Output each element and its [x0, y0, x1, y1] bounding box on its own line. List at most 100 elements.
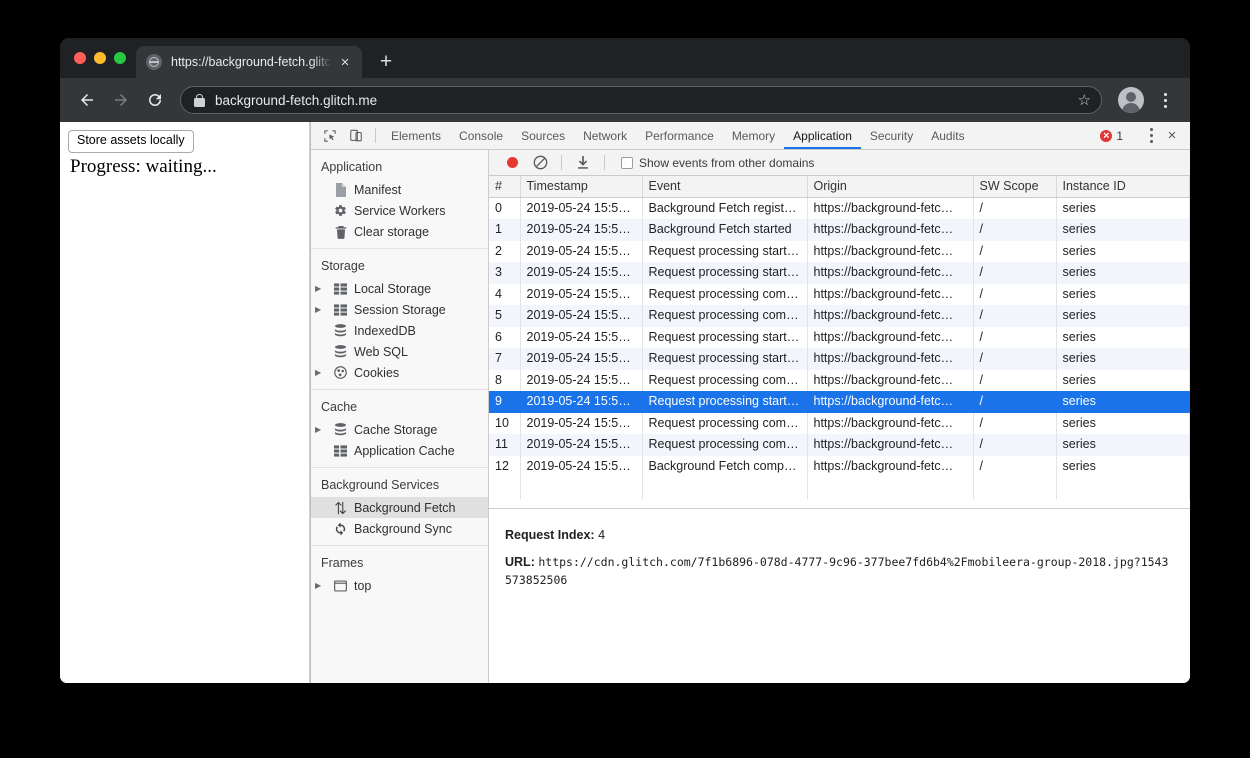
new-tab-button[interactable]: + [372, 47, 400, 75]
tab-network[interactable]: Network [574, 122, 636, 149]
tab-security[interactable]: Security [861, 122, 922, 149]
chevron-right-icon: ▶ [315, 207, 325, 215]
toolbar-divider [375, 128, 376, 143]
store-assets-locally-button[interactable]: Store assets locally [68, 130, 194, 153]
profile-avatar-icon[interactable] [1118, 87, 1144, 113]
table-row[interactable]: 8 2019-05-24 15:5… Request processing com…… [489, 369, 1190, 391]
table-row[interactable]: 5 2019-05-24 15:5… Request processing com…… [489, 305, 1190, 327]
minimize-window-button[interactable] [94, 52, 106, 64]
devtools-menu-icon[interactable] [1142, 128, 1160, 143]
table-row[interactable]: 9 2019-05-24 15:5… Request processing star… [489, 391, 1190, 413]
tab-memory[interactable]: Memory [723, 122, 784, 149]
tab-sources[interactable]: Sources [512, 122, 574, 149]
chevron-right-icon[interactable]: ▶ [315, 284, 325, 293]
show-other-domains-checkbox[interactable]: Show events from other domains [621, 156, 814, 170]
close-window-button[interactable] [74, 52, 86, 64]
column-header-index[interactable]: # [489, 176, 521, 198]
cell-sw-scope: / [973, 348, 1057, 370]
database-icon [333, 324, 348, 337]
table-row[interactable]: 0 2019-05-24 15:5… Background Fetch regist… [489, 197, 1190, 219]
sidebar-item-label: Clear storage [354, 224, 430, 239]
close-devtools-icon[interactable]: × [1160, 122, 1184, 149]
back-icon[interactable] [72, 85, 102, 115]
clear-button[interactable] [527, 151, 553, 175]
sidebar-item-label: IndexedDB [354, 323, 416, 338]
sidebar-group-storage: Storage ▶ Local Storage ▶ Session Storag… [311, 255, 488, 390]
sidebar-item-background-fetch[interactable]: ▶ Background Fetch [311, 497, 488, 518]
cell-event: Background Fetch regist… [642, 197, 808, 219]
browser-window: https://background-fetch.glitch × + back… [60, 38, 1190, 683]
browser-tab[interactable]: https://background-fetch.glitch × [136, 46, 362, 78]
background-fetch-toolbar: Show events from other domains [489, 150, 1190, 176]
column-header-instance-id[interactable]: Instance ID [1056, 176, 1190, 198]
sidebar-item-application-cache[interactable]: ▶ Application Cache [311, 440, 488, 461]
cell-index: 1 [489, 219, 521, 241]
device-toolbar-icon[interactable] [343, 122, 369, 149]
inspect-element-icon[interactable] [317, 122, 343, 149]
table-row[interactable]: 3 2019-05-24 15:5… Request processing star… [489, 262, 1190, 284]
cell-event: Request processing start… [642, 326, 808, 348]
cell-sw-scope: / [973, 434, 1057, 456]
table-row[interactable]: 6 2019-05-24 15:5… Request processing star… [489, 326, 1190, 348]
sidebar-item-local-storage[interactable]: ▶ Local Storage [311, 278, 488, 299]
chevron-right-icon[interactable]: ▶ [315, 581, 325, 590]
table-row[interactable]: 2 2019-05-24 15:5… Request processing star… [489, 240, 1190, 262]
sidebar-item-cache-storage[interactable]: ▶ Cache Storage [311, 419, 488, 440]
chevron-right-icon[interactable]: ▶ [315, 305, 325, 314]
cookie-icon [333, 366, 348, 379]
cell-event: Request processing com… [642, 283, 808, 305]
table-row[interactable]: 1 2019-05-24 15:5… Background Fetch starte… [489, 219, 1190, 241]
table-row[interactable]: 10 2019-05-24 15:5… Request processing com… [489, 412, 1190, 434]
checkbox-icon[interactable] [621, 156, 633, 169]
chevron-right-icon[interactable]: ▶ [315, 425, 325, 434]
tab-application[interactable]: Application [784, 122, 861, 149]
cell-event: Request processing com… [642, 369, 808, 391]
tab-performance[interactable]: Performance [636, 122, 723, 149]
column-header-timestamp[interactable]: Timestamp [520, 176, 643, 198]
background-fetch-panel: Show events from other domains # Timesta… [489, 150, 1190, 683]
tab-console[interactable]: Console [450, 122, 512, 149]
sidebar-item-label: Background Fetch [354, 500, 456, 515]
sidebar-item-manifest[interactable]: ▶ Manifest [311, 179, 488, 200]
cell-instance-id: series [1056, 240, 1190, 262]
maximize-window-button[interactable] [114, 52, 126, 64]
column-header-origin[interactable]: Origin [807, 176, 974, 198]
empty-cell [973, 477, 1057, 499]
sidebar-item-web-sql[interactable]: ▶ Web SQL [311, 341, 488, 362]
sidebar-item-clear-storage[interactable]: ▶ Clear storage [311, 221, 488, 242]
cell-timestamp: 2019-05-24 15:5… [520, 283, 643, 305]
record-button[interactable] [499, 151, 525, 175]
empty-cell [520, 477, 643, 499]
sidebar-item-label: Manifest [354, 182, 402, 197]
address-bar[interactable]: background-fetch.glitch.me ☆ [180, 86, 1102, 114]
export-button[interactable] [570, 151, 596, 175]
forward-icon[interactable] [106, 85, 136, 115]
sidebar-item-background-sync[interactable]: ▶ Background Sync [311, 518, 488, 539]
tab-elements[interactable]: Elements [382, 122, 450, 149]
reload-icon[interactable] [140, 85, 170, 115]
error-icon [1100, 129, 1113, 142]
browser-menu-icon[interactable] [1154, 92, 1176, 108]
cell-event: Request processing start… [642, 348, 808, 370]
sidebar-item-top-frame[interactable]: ▶ top [311, 575, 488, 596]
table-row[interactable]: 11 2019-05-24 15:5… Request processing com… [489, 434, 1190, 456]
chevron-right-icon[interactable]: ▶ [315, 368, 325, 377]
sidebar-item-indexeddb[interactable]: ▶ IndexedDB [311, 320, 488, 341]
bookmark-star-icon[interactable]: ☆ [1078, 91, 1095, 109]
table-row[interactable]: 7 2019-05-24 15:5… Request processing star… [489, 348, 1190, 370]
events-table-container[interactable]: # Timestamp Event Origin SW Scope Instan… [489, 176, 1190, 509]
cell-timestamp: 2019-05-24 15:5… [520, 219, 643, 241]
detail-request-index-key: Request Index: [505, 528, 595, 542]
sidebar-item-cookies[interactable]: ▶ Cookies [311, 362, 488, 383]
table-row[interactable]: 4 2019-05-24 15:5… Request processing com…… [489, 283, 1190, 305]
table-row[interactable]: 12 2019-05-24 15:5… Background Fetch comp…… [489, 455, 1190, 477]
sidebar-item-session-storage[interactable]: ▶ Session Storage [311, 299, 488, 320]
tab-audits[interactable]: Audits [922, 122, 973, 149]
column-header-event[interactable]: Event [642, 176, 808, 198]
error-badge[interactable]: 1 [1094, 129, 1129, 143]
sidebar-item-service-workers[interactable]: ▶ Service Workers [311, 200, 488, 221]
cell-event: Request processing start… [642, 262, 808, 284]
close-icon[interactable]: × [336, 53, 354, 71]
column-header-sw-scope[interactable]: SW Scope [973, 176, 1057, 198]
cell-instance-id: series [1056, 434, 1190, 456]
